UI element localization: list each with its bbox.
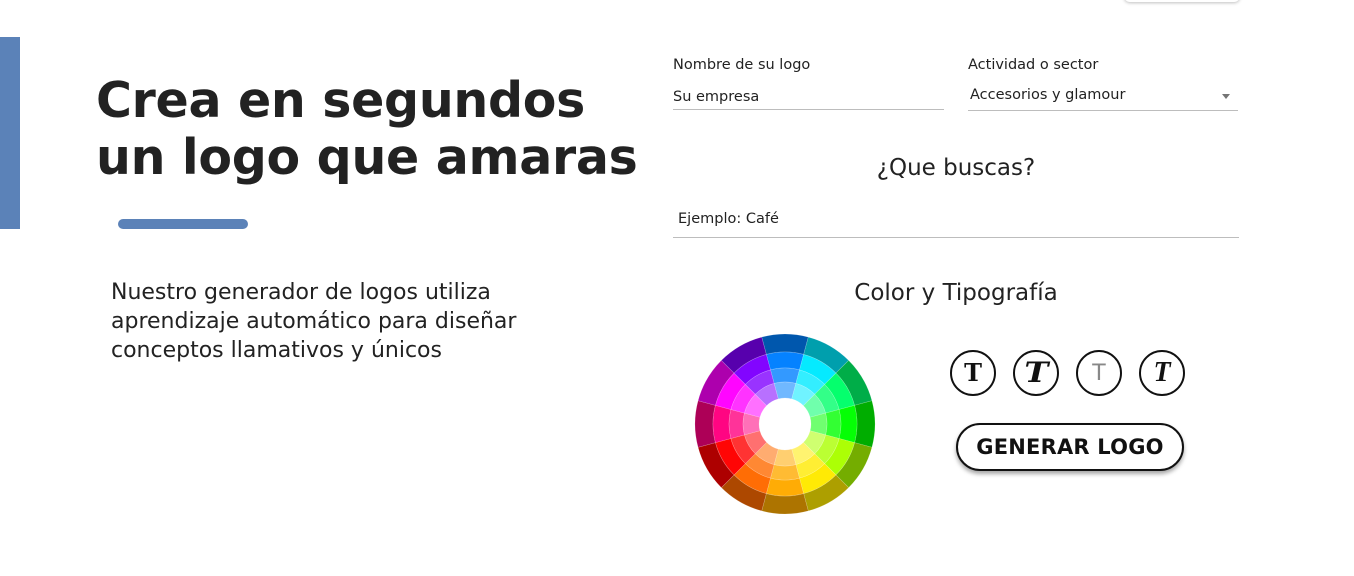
color-swatch[interactable] [765,477,805,497]
sector-label: Actividad o sector [968,57,1099,73]
color-swatch[interactable] [761,493,809,515]
color-wheel[interactable] [694,333,876,515]
dropdown-arrow-icon [1222,94,1230,99]
logo-name-label: Nombre de su logo [673,57,811,73]
color-swatch[interactable] [770,367,800,384]
color-swatch[interactable] [854,400,876,448]
logo-name-input[interactable] [673,84,944,110]
generate-logo-button[interactable]: GENERAR LOGO [956,423,1184,471]
font-option-thin[interactable]: T [1076,350,1122,396]
accent-bar [0,37,20,229]
thin-font-icon: T [1091,359,1107,386]
decorative-font-icon: T [1024,356,1048,389]
bold-serif-font-icon: T [964,358,982,387]
title-underline [118,219,248,229]
color-swatch[interactable] [770,464,800,481]
color-swatch[interactable] [694,400,716,448]
title-line-2: un logo que amaras [96,129,638,186]
hero-description: Nuestro generador de logos utiliza apren… [111,280,517,363]
color-swatch[interactable] [765,351,805,371]
color-swatch[interactable] [728,409,745,439]
page-title: Crea en segundos un logo que amaras [96,72,638,186]
color-swatch[interactable] [761,333,809,355]
top-tab [1124,0,1240,2]
color-wheel-center [760,399,810,449]
color-swatch[interactable] [838,404,858,444]
color-swatch[interactable] [825,409,842,439]
color-typography-heading: Color y Tipografía [854,280,1058,306]
font-option-bold-serif[interactable]: T [950,350,996,396]
sector-select[interactable]: Accesorios y glamour [968,84,1238,111]
search-input[interactable] [673,200,1239,238]
title-line-1: Crea en segundos [96,72,586,129]
font-option-decorative[interactable]: T [1013,350,1059,396]
color-swatch[interactable] [712,404,732,444]
search-heading: ¿Que buscas? [876,155,1036,181]
sector-selected-value: Accesorios y glamour [970,87,1126,103]
italic-script-font-icon: T [1153,357,1171,388]
font-option-italic-script[interactable]: T [1139,350,1185,396]
